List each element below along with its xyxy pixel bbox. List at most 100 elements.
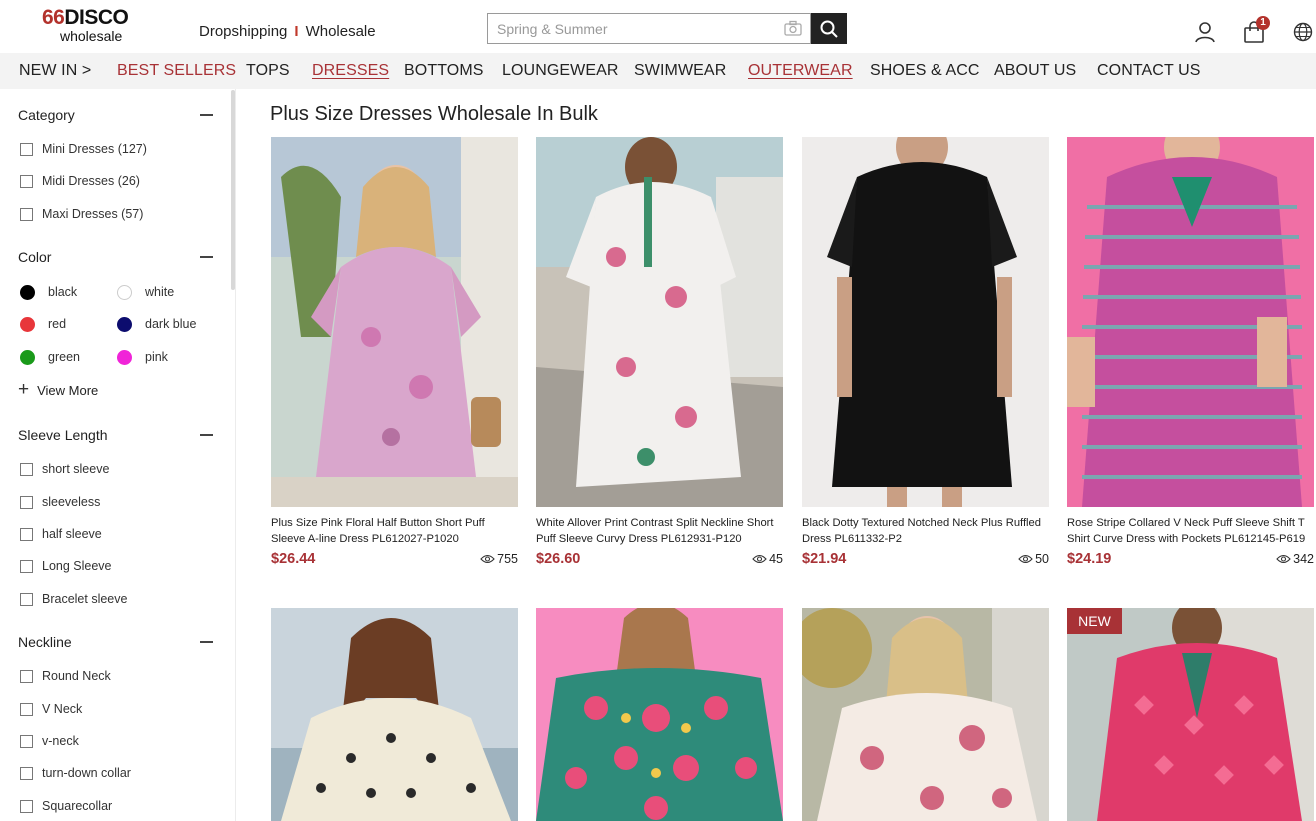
view-more-colors-button[interactable]: + View More [18,380,98,400]
camera-icon[interactable] [784,20,802,36]
filter-option[interactable]: v-neck [20,732,79,750]
product-image[interactable] [802,137,1049,507]
product-card[interactable] [536,608,783,821]
tagline: Dropshipping I Wholesale [199,23,376,41]
product-image[interactable] [536,608,783,821]
new-badge: NEW [1067,608,1122,634]
product-card[interactable]: White Allover Print Contrast Split Neckl… [536,137,783,577]
filter-option[interactable]: Bracelet sleeve [20,590,127,608]
color-option-pink[interactable]: pink [117,348,168,366]
checkbox[interactable] [20,766,33,780]
search-box [487,13,811,44]
color-option-red[interactable]: red [20,315,66,333]
product-title[interactable]: Rose Stripe Collared V Neck Puff Sleeve … [1067,515,1316,547]
filter-option[interactable]: Mini Dresses (127) [20,140,147,158]
checkbox[interactable] [20,559,33,573]
filter-option-label: short sleeve [42,462,110,476]
filter-option-label: Long Sleeve [42,559,112,573]
checkbox[interactable] [20,142,33,156]
color-option-white[interactable]: white [117,283,174,301]
eye-icon [1276,554,1291,564]
product-views: 342 [1276,551,1314,567]
nav-about-us[interactable]: ABOUT US [994,61,1076,81]
product-image[interactable] [536,137,783,507]
checkbox[interactable] [20,669,33,683]
checkbox[interactable] [20,592,33,606]
checkbox[interactable] [20,527,33,541]
collapse-neckline-icon[interactable] [200,641,213,643]
filter-color-title: Color [18,249,52,265]
color-option-green[interactable]: green [20,348,80,366]
user-icon[interactable] [1194,21,1216,43]
filter-option-label: sleeveless [42,495,101,509]
product-card[interactable] [271,608,518,821]
product-card[interactable]: Plus Size Pink Floral Half Button Short … [271,137,518,577]
nav-contact-us[interactable]: CONTACT US [1097,61,1201,81]
collapse-category-icon[interactable] [200,114,213,116]
checkbox[interactable] [20,702,33,716]
nav-new-in[interactable]: NEW IN > [19,61,91,81]
color-option-black[interactable]: black [20,283,77,301]
color-label: green [48,350,80,364]
tagline-separator: I [294,23,299,40]
logo-subtitle: wholesale [60,28,123,44]
filter-option[interactable]: short sleeve [20,460,109,478]
product-title[interactable]: Black Dotty Textured Notched Neck Plus R… [802,515,1052,547]
product-card[interactable] [802,608,1049,821]
filter-option[interactable]: V Neck [20,700,82,718]
product-title[interactable]: Plus Size Pink Floral Half Button Short … [271,515,521,547]
color-option-dark-blue[interactable]: dark blue [117,315,196,333]
nav-loungewear[interactable]: LOUNGEWEAR [502,61,619,81]
product-price: $21.94 [802,551,847,567]
collapse-color-icon[interactable] [200,256,213,258]
product-card[interactable]: Black Dotty Textured Notched Neck Plus R… [802,137,1049,577]
product-card[interactable]: NEW [1067,608,1314,821]
filter-option[interactable]: Round Neck [20,667,111,685]
views-count: 342 [1293,552,1314,566]
nav-bottoms[interactable]: BOTTOMS [404,61,484,81]
nav-best-sellers[interactable]: BEST SELLERS [117,61,236,81]
nav-dresses[interactable]: DRESSES [312,61,389,81]
site-header: 66DISCO wholesale Dropshipping I Wholesale… [0,0,1316,53]
filter-option-label: half sleeve [42,527,102,541]
color-swatch [117,316,132,332]
checkbox[interactable] [20,799,33,813]
search-button[interactable] [811,13,847,44]
nav-shoes-acc[interactable]: SHOES & ACC [870,61,980,81]
checkbox[interactable] [20,495,33,509]
tagline-dropshipping[interactable]: Dropshipping [199,23,287,40]
product-image[interactable] [271,137,518,507]
checkbox[interactable] [20,174,33,188]
eye-icon [1018,554,1033,564]
filter-option-label: Bracelet sleeve [42,592,128,606]
product-image[interactable] [271,608,518,821]
nav-swimwear[interactable]: SWIMWEAR [634,61,726,81]
filter-option[interactable]: Midi Dresses (26) [20,172,140,190]
checkbox[interactable] [20,207,33,221]
collapse-sleeve-icon[interactable] [200,434,213,436]
plus-icon: + [18,379,30,400]
filter-option[interactable]: Maxi Dresses (57) [20,205,143,223]
filter-option[interactable]: sleeveless [20,493,100,511]
checkbox[interactable] [20,462,33,476]
site-logo[interactable]: 66DISCO wholesale [42,6,144,46]
view-more-label: View More [37,382,99,398]
checkbox[interactable] [20,734,33,748]
filter-option-label: Maxi Dresses (57) [42,207,144,221]
product-title[interactable]: White Allover Print Contrast Split Neckl… [536,515,786,547]
search-input[interactable] [488,14,778,43]
product-price: $24.19 [1067,551,1112,567]
nav-outerwear[interactable]: OUTERWEAR [748,61,853,81]
globe-icon[interactable] [1293,22,1313,42]
filter-option[interactable]: Squarecollar [20,797,112,815]
product-image[interactable] [1067,608,1314,821]
tagline-wholesale[interactable]: Wholesale [306,23,376,40]
filter-option[interactable]: half sleeve [20,525,102,543]
filter-option[interactable]: turn-down collar [20,764,131,782]
filter-option[interactable]: Long Sleeve [20,557,112,575]
product-card[interactable]: Rose Stripe Collared V Neck Puff Sleeve … [1067,137,1314,577]
product-image[interactable] [802,608,1049,821]
product-image[interactable] [1067,137,1314,507]
color-label: white [145,285,175,299]
nav-tops[interactable]: TOPS [246,61,290,81]
